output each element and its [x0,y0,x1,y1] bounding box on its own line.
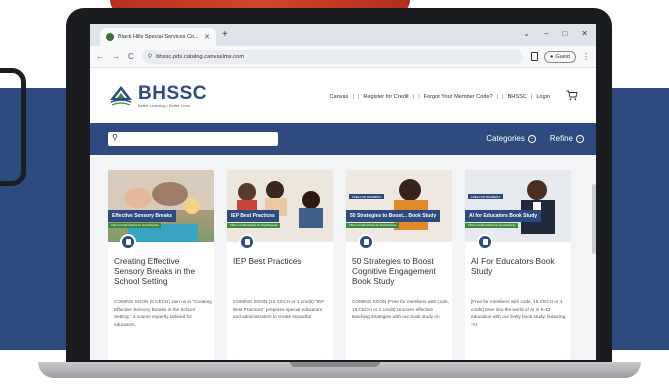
refine-label: Refine [549,134,573,143]
thumbnail-title: IEP Best Practices [227,210,279,222]
course-title[interactable]: AI For Educators Book Study [471,256,567,276]
search-icon: ⚲ [112,133,118,142]
maximize-icon[interactable]: □ [562,29,567,38]
course-card[interactable]: IEP Best Practices Click or credit inclu… [227,170,333,360]
browser-toolbar: ← → C ⚲ bhssc.pds.catalog.canvaslms.com … [90,46,596,68]
site-header: BHSSC Better Learning • Better Lives Can… [90,68,596,123]
chevron-down-icon: ⌄ [576,134,584,143]
new-tab-button[interactable]: + [222,29,228,40]
laptop-screen: Black Hills Special Services Co... ✕ + ⌄… [90,24,596,360]
guest-label: Guest [555,53,570,60]
course-icon [239,234,255,250]
course-description: [Free for members with code, 15 CECH or … [471,299,566,327]
categories-button[interactable]: Categories ⌄ [486,134,536,143]
search-band: ⚲ Categories ⌄ Refine ⌄ [90,123,596,155]
photo-illustration [108,170,214,242]
phone-outline [0,68,26,186]
thumbnail-title: Effective Sensory Breaks [108,210,177,222]
logo-text-wrap: BHSSC Better Learning • Better Lives [138,84,207,108]
window-controls: ⌄ – □ ✕ [523,29,588,38]
photo-illustration [346,170,452,242]
page-scrollbar[interactable] [592,184,596,254]
course-title[interactable]: IEP Best Practices [233,256,329,266]
course-title[interactable]: 50 Strategies to Boost Cognitive Engagem… [352,256,448,286]
nav-bhssc[interactable]: BHSSC [508,94,527,100]
course-description: COMING SOON (Free for members with code,… [352,299,449,319]
back-icon[interactable]: ← [96,52,104,61]
guest-profile-button[interactable]: ● Guest [543,50,576,63]
browser-tabbar: Black Hills Special Services Co... ✕ + ⌄… [90,24,596,46]
course-icon [120,234,136,250]
nav-separator: | [418,94,420,100]
document-icon [363,239,369,245]
reload-icon[interactable]: C [128,52,134,61]
course-icon [358,234,374,250]
profile-icon: ● [549,53,554,60]
course-thumbnail: FREE FOR MEMBERS 50 Strategies to Boost.… [346,170,452,242]
close-tab-icon[interactable]: ✕ [204,33,210,41]
document-icon [244,239,250,245]
forward-icon[interactable]: → [112,52,120,61]
course-thumbnail: IEP Best Practices Click or credit inclu… [227,170,333,242]
course-catalog: Effective Sensory Breaks Click or credit… [90,155,596,360]
document-icon [482,239,488,245]
photo-illustration [465,170,571,242]
bhssc-logo[interactable]: BHSSC Better Learning • Better Lives [108,83,207,109]
logo-text: BHSSC [138,82,208,104]
toolbar-right: ● Guest ⋮ [530,50,590,63]
nav-forgot-member-code[interactable]: Forgot Your Member Code? [424,94,493,100]
nav-separator: | [357,94,360,100]
browser-menu-icon[interactable]: ⋮ [582,52,590,61]
course-thumbnail: Effective Sensory Breaks Click or credit… [108,170,214,242]
chevron-down-icon: ⌄ [527,134,536,143]
header-nav: Canvas | | Register for Credit | | Forgo… [329,94,550,100]
minimize-icon[interactable]: – [544,29,548,38]
document-icon [125,239,131,245]
thumbnail-subtitle: Click or credit inclusive for all partic… [465,223,519,228]
nav-separator: | [496,94,499,100]
thumbnail-subtitle: Click or credit inclusive for all partic… [227,223,281,228]
url-text: bhssc.pds.catalog.canvaslms.com [156,53,245,60]
thumbnail-title: AI for Educators Book Study [465,210,542,222]
search-input[interactable] [108,132,278,146]
favicon-icon [106,33,114,41]
address-bar[interactable]: ⚲ bhssc.pds.catalog.canvaslms.com [141,49,523,64]
thumbnail-title: 50 Strategies to Boost... Book Study [346,210,441,222]
course-title[interactable]: Creating Effective Sensory Breaks in the… [114,256,210,286]
course-card[interactable]: FREE FOR MEMBERS AI for Educators Book S… [465,170,571,360]
nav-separator: | [412,94,415,100]
nav-separator: | [352,94,354,100]
free-for-members-badge: FREE FOR MEMBERS [468,194,504,199]
course-card[interactable]: FREE FOR MEMBERS 50 Strategies to Boost.… [346,170,452,360]
mountain-logo-icon [110,85,132,106]
tab-title: Black Hills Special Services Co... [118,34,199,40]
site-info-icon[interactable]: ⚲ [148,53,152,60]
filters: Categories ⌄ Refine ⌄ [486,134,584,143]
nav-separator: | [502,94,504,100]
refine-button[interactable]: Refine ⌄ [550,134,584,143]
reading-mode-icon[interactable] [530,52,538,61]
course-thumbnail: FREE FOR MEMBERS AI for Educators Book S… [465,170,571,242]
course-description: COMING SOON (6 CECH) Join us in "Creatin… [114,299,212,327]
nav-separator: | [530,94,533,100]
categories-label: Categories [486,134,525,143]
tab-search-icon[interactable]: ⌄ [523,29,530,38]
course-icon [477,234,493,250]
nav-register-for-credit[interactable]: Register for Credit [363,94,408,100]
cart-icon[interactable] [566,90,578,101]
course-card[interactable]: Effective Sensory Breaks Click or credit… [108,170,214,360]
thumbnail-subtitle: Click or credit inclusive for all partic… [108,223,162,228]
nav-canvas[interactable]: Canvas [329,94,348,100]
laptop-notch [290,362,380,367]
nav-login[interactable]: Login [536,94,550,100]
close-window-icon[interactable]: ✕ [581,29,588,38]
course-description: COMING SOON (15 CECH or 1 credit) "IEP B… [233,299,325,319]
photo-illustration [227,170,333,242]
browser-tab[interactable]: Black Hills Special Services Co... ✕ [100,28,216,46]
thumbnail-subtitle: Click or credit inclusive for all partic… [346,223,400,228]
logo-tagline: Better Learning • Better Lives [138,102,191,108]
free-for-members-badge: FREE FOR MEMBERS [349,194,385,199]
